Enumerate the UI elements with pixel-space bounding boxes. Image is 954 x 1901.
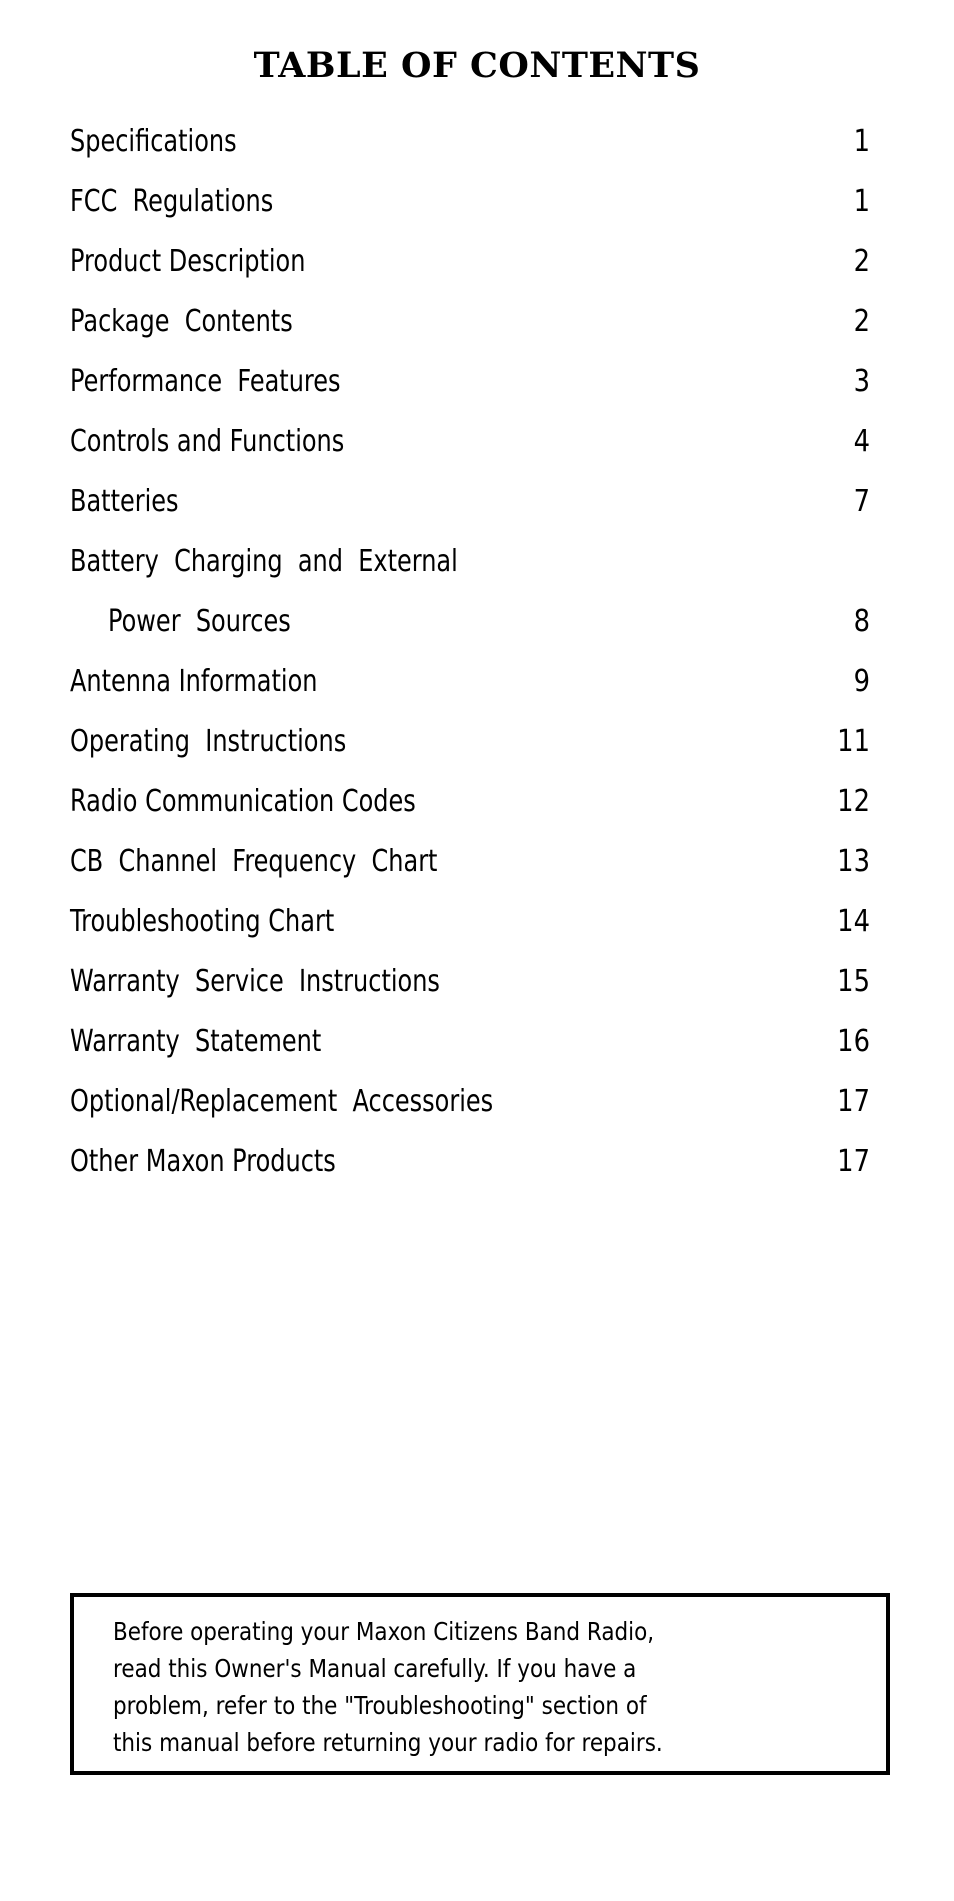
toc-entry-label: Operating Instructions bbox=[70, 724, 347, 759]
important-note-line: Before operating your Maxon Citizens Ban… bbox=[113, 1617, 655, 1646]
toc-entry-page-number: 13 bbox=[837, 844, 870, 879]
toc-entry[interactable]: Specifications 1 bbox=[70, 120, 870, 180]
toc-entry[interactable]: Controls and Functions 4 bbox=[70, 420, 870, 480]
toc-entry-label: Warranty Service Instructions bbox=[70, 964, 440, 999]
toc-entry-page-number: 12 bbox=[837, 784, 870, 819]
toc-entry-page-number: 8 bbox=[853, 604, 870, 639]
toc-entry-page-number: 16 bbox=[837, 1024, 870, 1059]
toc-entry-page-number: 2 bbox=[853, 304, 870, 339]
toc-entry-page-number: 1 bbox=[853, 124, 870, 159]
important-note-text: Before operating your Maxon Citizens Ban… bbox=[113, 1613, 873, 1761]
toc-entry-label: Radio Communication Codes bbox=[70, 784, 416, 819]
toc-entry-label: CB Channel Frequency Chart bbox=[70, 844, 438, 879]
toc-entry-label: Product Description bbox=[70, 244, 306, 279]
toc-entry-label: Specifications bbox=[70, 124, 237, 159]
toc-entry-label: Package Contents bbox=[70, 304, 293, 339]
toc-entry-page-number: 11 bbox=[837, 724, 870, 759]
toc-entry[interactable]: Warranty Service Instructions 15 bbox=[70, 960, 870, 1020]
important-note-line: read this Owner's Manual carefully. If y… bbox=[113, 1654, 637, 1683]
toc-entry[interactable]: Radio Communication Codes 12 bbox=[70, 780, 870, 840]
toc-entry-label-continued: Power Sources bbox=[108, 604, 291, 639]
toc-entry-label: Batteries bbox=[70, 484, 179, 519]
page-title: TABLE OF CONTENTS bbox=[253, 45, 701, 86]
toc-entry[interactable]: Warranty Statement 16 bbox=[70, 1020, 870, 1080]
toc-entry-page-number: 9 bbox=[853, 664, 870, 699]
toc-entry[interactable]: Antenna Information 9 bbox=[70, 660, 870, 720]
toc-entry[interactable]: Battery Charging and External Power Sourc… bbox=[70, 540, 870, 660]
toc-entry-page-number: 17 bbox=[837, 1084, 870, 1119]
toc-entry-page-number: 7 bbox=[853, 484, 870, 519]
toc-entry-label: Antenna Information bbox=[70, 664, 318, 699]
toc-entry[interactable]: Performance Features 3 bbox=[70, 360, 870, 420]
toc-entry-page-number: 4 bbox=[853, 424, 870, 459]
toc-entry-page-number: 3 bbox=[853, 364, 870, 399]
toc-entry[interactable]: Other Maxon Products 17 bbox=[70, 1140, 870, 1200]
toc-entry-label: Performance Features bbox=[70, 364, 341, 399]
toc-entry-page-number: 1 bbox=[853, 184, 870, 219]
toc-entry[interactable]: Package Contents 2 bbox=[70, 300, 870, 360]
toc-entry[interactable]: Batteries 7 bbox=[70, 480, 870, 540]
toc-entry-label: FCC Regulations bbox=[70, 184, 274, 219]
toc-entry-label: Other Maxon Products bbox=[70, 1144, 336, 1179]
important-note-box: Before operating your Maxon Citizens Ban… bbox=[70, 1593, 890, 1775]
toc-entry-label: Controls and Functions bbox=[70, 424, 345, 459]
toc-entry[interactable]: Operating Instructions 11 bbox=[70, 720, 870, 780]
toc-entry-page-number: 15 bbox=[837, 964, 870, 999]
toc-entry-page-number: 2 bbox=[853, 244, 870, 279]
toc-entry[interactable]: CB Channel Frequency Chart 13 bbox=[70, 840, 870, 900]
toc-entry[interactable]: Troubleshooting Chart 14 bbox=[70, 900, 870, 960]
important-note-line: problem, refer to the "Troubleshooting" … bbox=[113, 1691, 647, 1720]
toc-entry[interactable]: Product Description 2 bbox=[70, 240, 870, 300]
toc-entry[interactable]: FCC Regulations 1 bbox=[70, 180, 870, 240]
toc-entry-list: Specifications 1 FCC Regulations 1 Product D… bbox=[70, 120, 870, 1200]
toc-entry-label: Battery Charging and External bbox=[70, 544, 458, 579]
toc-entry-page-number: 14 bbox=[837, 904, 870, 939]
important-note-line: this manual before returning your radio … bbox=[113, 1728, 663, 1757]
toc-entry-label: Optional/Replacement Accessories bbox=[70, 1084, 494, 1119]
toc-entry-label: Troubleshooting Chart bbox=[70, 904, 335, 939]
toc-entry-label: Warranty Statement bbox=[70, 1024, 322, 1059]
toc-entry[interactable]: Optional/Replacement Accessories 17 bbox=[70, 1080, 870, 1140]
toc-entry-page-number: 17 bbox=[837, 1144, 870, 1179]
table-of-contents-page: TABLE OF CONTENTS Specifications 1 FCC Reg… bbox=[0, 0, 954, 1901]
